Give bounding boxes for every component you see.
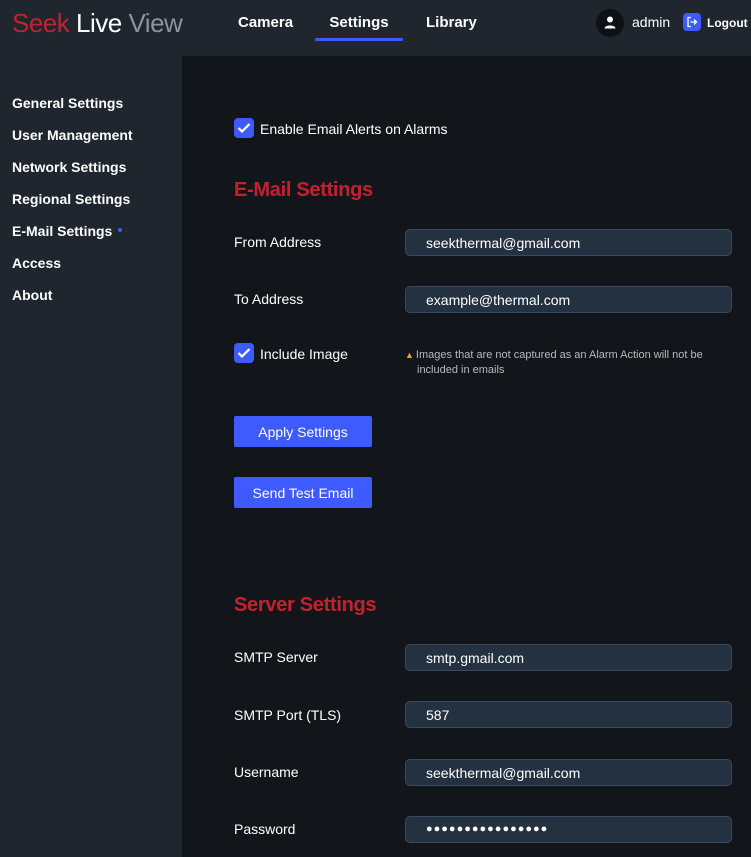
checkmark-icon: [237, 123, 251, 134]
tab-settings[interactable]: Settings: [315, 14, 403, 31]
logout-button[interactable]: Logout: [707, 16, 748, 30]
warning-icon: ▲: [405, 350, 414, 360]
sidebar-item-regional-settings[interactable]: Regional Settings: [12, 191, 130, 207]
tab-library[interactable]: Library: [426, 14, 477, 31]
enable-email-alerts-checkbox[interactable]: [234, 118, 254, 138]
tab-camera[interactable]: Camera: [238, 14, 293, 31]
sidebar-item-network-settings[interactable]: Network Settings: [12, 159, 126, 175]
smtp-server-input[interactable]: [405, 644, 732, 671]
active-tab-indicator: [315, 38, 403, 41]
send-test-email-button[interactable]: Send Test Email: [234, 477, 372, 508]
active-indicator-dot: [118, 228, 123, 233]
smtp-port-label: SMTP Port (TLS): [234, 707, 342, 723]
sidebar-item-access[interactable]: Access: [12, 255, 61, 271]
avatar[interactable]: [596, 9, 624, 37]
user-name: admin: [632, 14, 671, 30]
user-icon: [604, 16, 616, 29]
sidebar-item-general-settings[interactable]: General Settings: [12, 95, 123, 111]
apply-settings-button[interactable]: Apply Settings: [234, 416, 372, 447]
sidebar: General Settings User Management Network…: [0, 56, 182, 857]
checkmark-icon: [237, 348, 251, 359]
sidebar-item-label: E-Mail Settings: [12, 223, 113, 239]
smtp-server-label: SMTP Server: [234, 649, 318, 665]
sidebar-item-email-settings[interactable]: E-Mail Settings: [12, 223, 123, 239]
top-bar: Seek Live View Camera Settings Library a…: [0, 0, 751, 56]
include-image-checkbox[interactable]: [234, 343, 254, 363]
from-address-label: From Address: [234, 234, 322, 250]
to-address-input[interactable]: [405, 286, 732, 313]
sidebar-item-about[interactable]: About: [12, 287, 52, 303]
to-address-label: To Address: [234, 291, 304, 307]
include-image-label: Include Image: [260, 346, 348, 362]
main-content: Enable Email Alerts on Alarms E-Mail Set…: [182, 56, 751, 857]
password-label: Password: [234, 821, 296, 837]
enable-email-alerts-label: Enable Email Alerts on Alarms: [260, 121, 448, 137]
server-settings-title: Server Settings: [234, 594, 377, 616]
logo: Seek Live View: [12, 8, 183, 38]
sidebar-item-user-management[interactable]: User Management: [12, 127, 133, 143]
logout-icon[interactable]: [683, 13, 701, 31]
email-settings-title: E-Mail Settings: [234, 179, 373, 201]
password-input[interactable]: ●●●●●●●●●●●●●●●●: [405, 816, 732, 843]
username-label: Username: [234, 764, 299, 780]
username-input[interactable]: [405, 759, 732, 786]
smtp-port-input[interactable]: [405, 701, 732, 728]
include-image-warning: ▲ Images that are not captured as an Alar…: [405, 349, 703, 376]
from-address-input[interactable]: [405, 229, 732, 256]
